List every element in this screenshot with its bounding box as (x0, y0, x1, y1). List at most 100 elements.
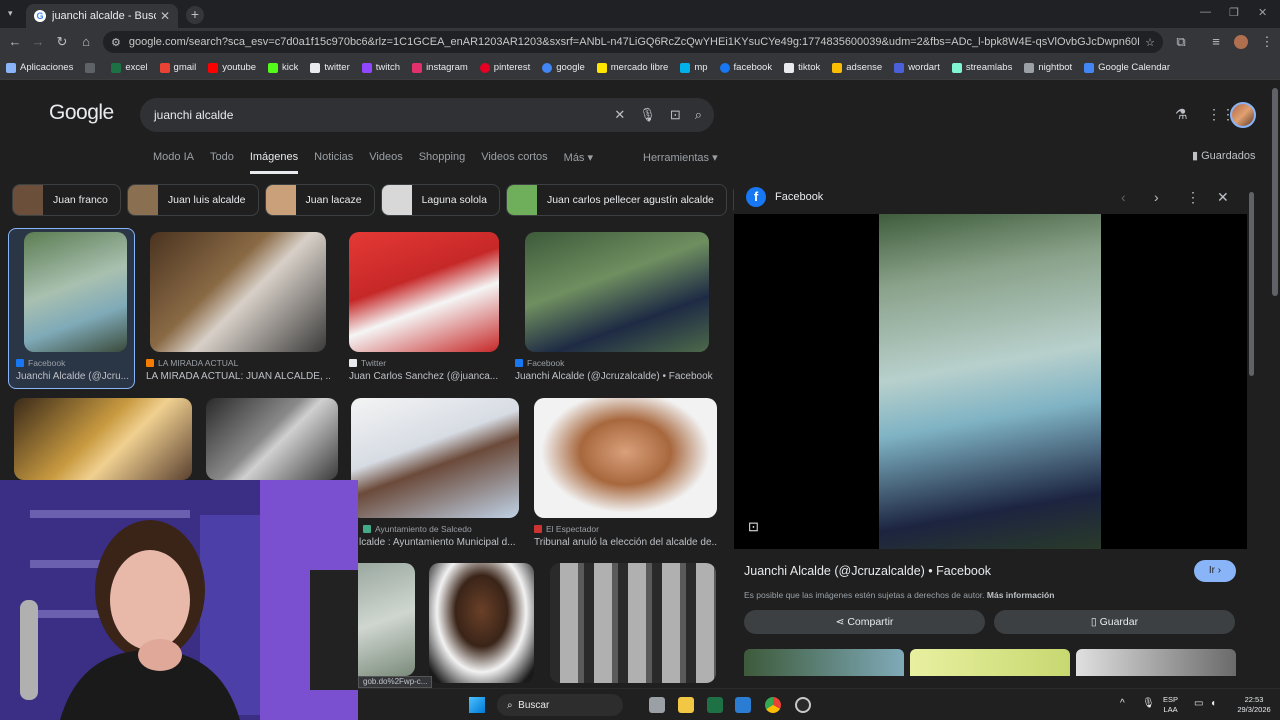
browser-tab[interactable]: G juanchi alcalde - Buscar con Go... ✕ (26, 4, 178, 28)
bookmark-item[interactable]: instagram (412, 62, 468, 73)
maximize-button[interactable]: ❐ (1229, 6, 1239, 19)
volume-icon[interactable]: ◖ (1210, 699, 1216, 709)
tools-menu[interactable]: Herramientas ▾ (643, 151, 718, 164)
image-result[interactable]: Facebook Juanchi Alcalde (@Jcruzalcalde)… (515, 232, 715, 384)
bookmark-item[interactable]: pinterest (479, 62, 530, 73)
bookmark-item[interactable]: Google Calendar (1084, 62, 1170, 73)
image-result[interactable]: Twitter Juan Carlos Sanchez (@juanca... (349, 232, 501, 384)
word-icon[interactable] (735, 697, 751, 713)
language-indicator[interactable]: ESP LAA (1163, 695, 1178, 715)
bookmark-item[interactable]: twitter (310, 62, 350, 73)
close-icon[interactable]: ✕ (1217, 189, 1229, 206)
bookmark-item[interactable]: Aplicaciones (6, 62, 73, 73)
site-info-icon[interactable]: ⚙ (111, 36, 121, 49)
more-options-icon[interactable]: ⋮ (1186, 189, 1200, 206)
page-scrollbar[interactable] (1272, 88, 1278, 296)
bookmark-item[interactable]: mercado libre (596, 62, 668, 73)
bookmark-item[interactable] (85, 62, 99, 73)
chrome-icon[interactable] (765, 697, 781, 713)
share-button[interactable]: ⋖ Compartir (744, 610, 985, 634)
related-thumbnail[interactable] (1076, 649, 1236, 676)
previous-icon[interactable]: ‹ (1121, 189, 1126, 205)
related-chip[interactable]: Juan carlos pellecer agustín alcalde (505, 184, 727, 216)
tab-shopping[interactable]: Shopping (419, 151, 466, 174)
image-result[interactable]: Facebook Juanchi Alcalde (@Jcru... (16, 232, 134, 384)
image-result[interactable] (14, 398, 192, 480)
forward-icon[interactable]: → (29, 33, 47, 51)
tab-videos-cortos[interactable]: Videos cortos (481, 151, 547, 174)
tray-chevron-icon[interactable]: ^ (1120, 699, 1125, 709)
bookmark-item[interactable]: adsense (832, 62, 882, 73)
lens-search-icon[interactable]: ⊡ (748, 519, 759, 535)
address-bar[interactable]: ⚙ google.com/search?sca_esv=c7d0a1f15c97… (103, 31, 1163, 53)
bookmark-item[interactable]: kick (268, 62, 298, 73)
image-result[interactable]: El Espectador Tribunal anuló la elección… (534, 398, 718, 550)
task-view-icon[interactable] (649, 697, 665, 713)
more-info-link[interactable]: Más información (987, 590, 1055, 600)
bookmark-item[interactable]: wordart (894, 62, 940, 73)
tab-close-icon[interactable]: ✕ (160, 9, 170, 23)
close-window-button[interactable]: ✕ (1258, 6, 1267, 19)
bookmark-item[interactable]: google (542, 62, 585, 73)
bookmark-star-icon[interactable]: ☆ (1145, 36, 1155, 49)
tab-list-icon[interactable]: ▾ (8, 8, 13, 19)
bookmark-item[interactable]: nightbot (1024, 62, 1072, 73)
bookmark-item[interactable]: tiktok (784, 62, 820, 73)
excel-icon[interactable] (707, 697, 723, 713)
image-result[interactable] (358, 563, 415, 676)
image-result[interactable] (206, 398, 338, 480)
new-tab-button[interactable]: + (186, 6, 204, 24)
reload-icon[interactable]: ↻ (53, 33, 71, 51)
bookmark-item[interactable]: youtube (208, 62, 256, 73)
image-result[interactable] (550, 563, 716, 683)
tab-videos[interactable]: Videos (369, 151, 402, 174)
windows-start-icon[interactable] (469, 697, 485, 713)
search-icon[interactable]: ⌕ (695, 107, 702, 123)
image-result[interactable]: Ayuntamiento de Salcedo lcalde : Ayuntam… (351, 398, 519, 550)
home-icon[interactable]: ⌂ (77, 33, 95, 51)
lens-icon[interactable]: ⊡ (670, 107, 681, 123)
save-button[interactable]: ▯ Guardar (994, 610, 1235, 634)
bookmark-item[interactable]: gmail (159, 62, 196, 73)
labs-icon[interactable]: ⚗ (1175, 106, 1188, 123)
related-chip[interactable]: Juan lacaze (264, 184, 375, 216)
back-icon[interactable]: ← (6, 33, 24, 51)
related-thumbnail[interactable] (910, 649, 1070, 676)
preview-image[interactable] (879, 214, 1101, 549)
search-input[interactable]: juanchi alcalde (154, 108, 600, 122)
bookmark-item[interactable]: facebook (719, 62, 772, 73)
tab-todo[interactable]: Todo (210, 151, 234, 174)
clock[interactable]: 22:53 29/3/2026 (1234, 695, 1274, 715)
account-avatar[interactable] (1230, 102, 1256, 128)
bookmark-item[interactable]: excel (111, 62, 148, 73)
extensions-icon[interactable]: ⧉ (1172, 33, 1190, 51)
go-button[interactable]: Ir › (1194, 560, 1236, 582)
mic-icon[interactable]: 🎙 (639, 107, 656, 123)
search-box[interactable]: juanchi alcalde ✕ 🎙 ⊡ ⌕ (140, 98, 714, 132)
related-thumbnail[interactable] (744, 649, 904, 676)
minimize-button[interactable]: — (1200, 6, 1211, 18)
taskbar-search[interactable]: ⌕ Buscar (497, 694, 623, 716)
tab-imagenes[interactable]: Imágenes (249, 151, 299, 174)
next-icon[interactable]: › (1154, 189, 1159, 205)
bookmark-item[interactable]: twitch (361, 62, 400, 73)
image-result[interactable]: LA MIRADA ACTUAL LA MIRADA ACTUAL: JUAN … (146, 232, 330, 384)
mic-icon[interactable]: 🎙 (1142, 699, 1155, 709)
panel-title[interactable]: Juanchi Alcalde (@Jcruzalcalde) • Facebo… (744, 564, 991, 578)
menu-icon[interactable]: ⋮ (1258, 33, 1276, 51)
tab-noticias[interactable]: Noticias (314, 151, 353, 174)
tab-modo-ia[interactable]: Modo IA (153, 151, 194, 174)
saved-link[interactable]: ▮ Guardados (1192, 149, 1256, 162)
reading-list-icon[interactable]: ≡ (1207, 33, 1225, 51)
tab-mas[interactable]: Más ▾ (564, 151, 593, 174)
image-result[interactable] (429, 563, 534, 683)
network-icon[interactable]: ▭ (1194, 699, 1203, 709)
profile-avatar[interactable] (1234, 35, 1248, 49)
bookmark-item[interactable]: mp (680, 62, 708, 73)
clear-icon[interactable]: ✕ (614, 107, 625, 123)
related-chip[interactable]: Juan franco (12, 184, 121, 216)
related-chip[interactable]: Juan luis alcalde (126, 184, 259, 216)
panel-scrollbar[interactable] (1249, 192, 1254, 376)
file-explorer-icon[interactable] (678, 697, 694, 713)
google-logo[interactable]: Google (49, 101, 114, 125)
